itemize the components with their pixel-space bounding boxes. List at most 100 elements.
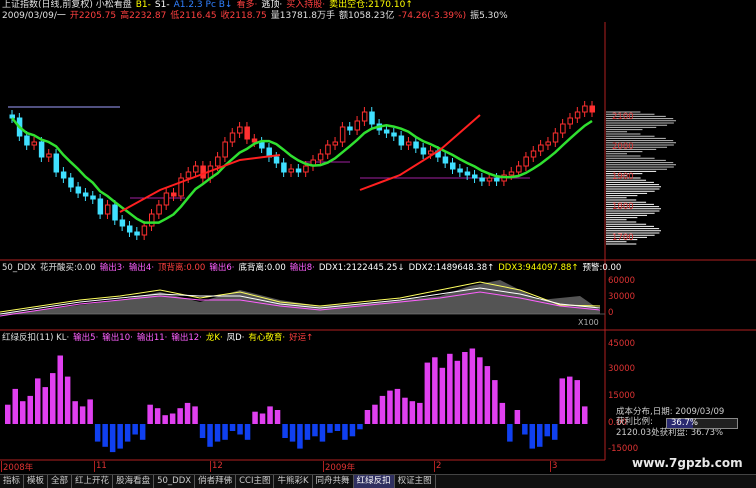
- hlfk-bar: [409, 401, 416, 424]
- hlfk-bar: [304, 424, 311, 440]
- cost-distribution-panel: 成本分布,日期: 2009/03/09 获利比例: 36.7% 2120.03处…: [616, 407, 756, 438]
- candle-body: [317, 153, 324, 161]
- hlfk-bar: [192, 406, 198, 424]
- candle-body: [273, 156, 280, 164]
- hlfk-axis-label-1: 30000: [608, 364, 636, 374]
- candle-body: [516, 165, 522, 173]
- hlfk-legend-item-2: 输出10·: [102, 333, 133, 343]
- hlfk-bar: [102, 424, 108, 447]
- indicator-tab-bar: 指标 模板 全部 红上开花 股海看盘 50_DDX 俏者拜佛 CCI主图 牛熊彩K 同舟共舞 红绿反…: [0, 474, 756, 488]
- hlfk-legend-item-6: 凤D·: [226, 333, 245, 343]
- candle-body: [215, 156, 221, 167]
- hlfk-bar: [469, 348, 476, 424]
- hlfk-bar: [12, 388, 18, 424]
- hlfk-bar: [27, 395, 33, 424]
- hlfk-bar: [574, 380, 580, 424]
- hlfk-legend-item-4: 输出12·: [171, 333, 202, 343]
- hlfk-legend-item-3: 输出11·: [136, 333, 168, 343]
- hlfk-legend-item-5: 龙K·: [205, 333, 223, 343]
- hlfk-bar: [244, 424, 251, 440]
- profit-ratio-value: 36.7%: [671, 418, 699, 428]
- candle-body: [75, 186, 82, 194]
- candle-body: [60, 171, 67, 179]
- hlfk-bar: [514, 410, 521, 424]
- hlfk-bar: [35, 378, 41, 424]
- candle-body: [420, 147, 427, 155]
- candle-body: [369, 111, 375, 125]
- hlfk-bar: [319, 424, 326, 442]
- ddx-legend-item-0: 50_DDX: [2, 263, 36, 273]
- hlfk-bar: [199, 424, 206, 438]
- candle-body: [163, 192, 170, 206]
- hlfk-bar: [552, 424, 558, 440]
- hlfk-bar: [154, 408, 161, 424]
- hlfk-bar: [274, 410, 281, 424]
- profit-footer: 2120.03处获利盘: 36.73%: [616, 428, 724, 438]
- hlfk-bar: [364, 410, 371, 424]
- candle-body: [508, 171, 515, 176]
- hlfk-bar: [537, 424, 543, 447]
- hlfk-bar: [567, 376, 573, 424]
- hlfk-bar: [417, 402, 423, 424]
- hlfk-bar: [379, 395, 386, 424]
- candle-body: [295, 168, 302, 173]
- hlfk-bar: [559, 378, 565, 424]
- hlfk-bar: [117, 424, 123, 449]
- candle-body: [574, 111, 581, 119]
- hlfk-bar: [492, 380, 498, 424]
- candle-body: [171, 192, 177, 197]
- candle-body: [332, 141, 339, 146]
- hlfk-bar: [432, 357, 438, 424]
- ddx-legend-item-4: 顶背离:0.00: [158, 263, 206, 273]
- indicator-tab-5[interactable]: 50_DDX: [154, 475, 196, 488]
- hlfk-axis: 45000 30000 15000 0.00 -15000: [608, 0, 648, 460]
- candle-body: [119, 219, 126, 227]
- candle-body: [53, 153, 60, 173]
- hlfk-bar: [334, 424, 341, 431]
- candle-body: [126, 225, 133, 233]
- hlfk-bar: [50, 373, 56, 424]
- hlfk-bar: [312, 424, 318, 437]
- candle-body: [148, 213, 155, 227]
- date-axis-label-0: 2008年: [3, 463, 34, 473]
- hlfk-bar: [252, 411, 258, 424]
- indicator-tab-1[interactable]: 模板: [24, 475, 49, 488]
- ddx-legend-item-5: 输出6·: [209, 263, 235, 273]
- hlfk-axis-label-2: 15000: [608, 391, 636, 401]
- hlfk-legend: 红绿反扣(11) KL· 输出5· 输出10· 输出11· 输出12· 龙K· 凤D· 有心敬…: [2, 333, 317, 344]
- candle-body: [361, 111, 368, 122]
- candle-body: [582, 105, 588, 113]
- candle-body: [303, 165, 309, 173]
- candle-body: [193, 165, 199, 173]
- candle-body: [560, 123, 566, 134]
- indicator-tab-8[interactable]: 牛熊彩K: [274, 475, 313, 488]
- candle-body: [156, 204, 162, 215]
- hlfk-bar: [282, 424, 288, 438]
- indicator-tab-3[interactable]: 红上开花: [72, 475, 114, 488]
- candle-body: [383, 129, 390, 134]
- candle-body: [97, 198, 104, 215]
- indicator-tab-7[interactable]: CCI主图: [236, 475, 275, 488]
- ddx-legend-item-6: 底背离:0.00: [238, 263, 286, 273]
- candle-body: [545, 141, 551, 146]
- hlfk-legend-item-0: 红绿反扣(11) KL·: [2, 333, 70, 343]
- indicator-tab-10[interactable]: 红绿反扣: [353, 475, 395, 488]
- hlfk-bar: [57, 355, 63, 424]
- candle-body: [259, 141, 265, 149]
- candle-body: [288, 168, 294, 173]
- indicator-tab-4[interactable]: 股海看盘: [113, 475, 155, 488]
- candle-body: [494, 177, 500, 182]
- date-axis-label-1: 11: [96, 461, 107, 471]
- indicator-tab-0[interactable]: 指标: [0, 475, 25, 488]
- indicator-tab-9[interactable]: 同舟共舞: [313, 475, 354, 488]
- hlfk-bar: [177, 408, 183, 424]
- indicator-tab-11[interactable]: 权证主图: [395, 475, 436, 488]
- hlfk-bar: [132, 424, 138, 435]
- candle-body: [237, 126, 243, 134]
- date-axis-label-3: 2009年: [325, 463, 356, 473]
- date-axis-label-4: 2: [436, 461, 442, 471]
- indicator-tab-6[interactable]: 俏者拜佛: [195, 475, 237, 488]
- hlfk-bar: [582, 406, 588, 424]
- indicator-tab-2[interactable]: 全部: [48, 475, 73, 488]
- hlfk-bar: [72, 401, 78, 424]
